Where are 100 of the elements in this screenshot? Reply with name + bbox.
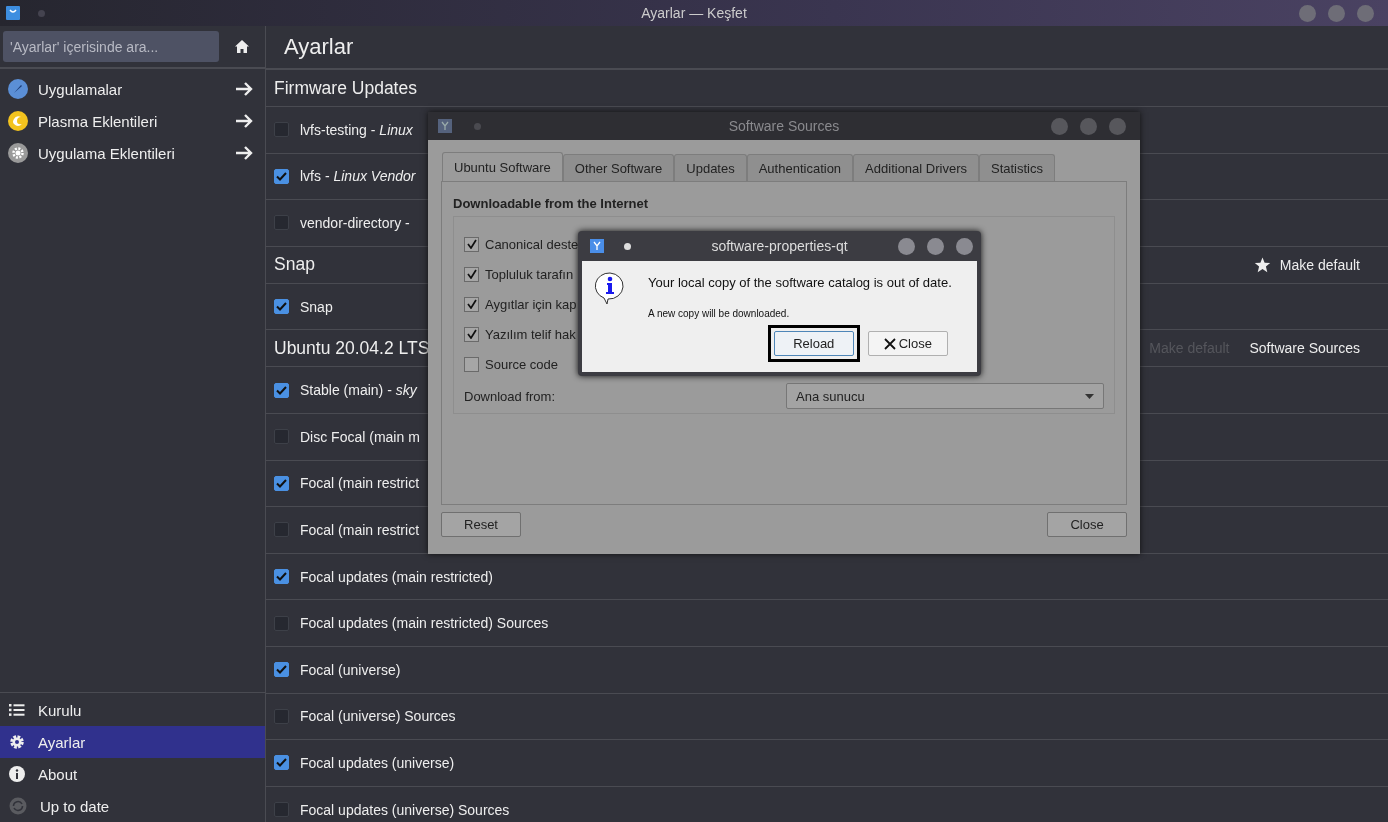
compass-icon [8, 79, 28, 99]
section-title: Snap [274, 254, 315, 276]
close-button[interactable] [1109, 117, 1126, 135]
checkbox[interactable] [274, 122, 289, 138]
checkbox[interactable] [274, 382, 289, 398]
option-label: Canonical deste [485, 236, 579, 252]
source-label: Focal (universe) Sources [300, 708, 456, 725]
checkbox[interactable] [274, 615, 289, 631]
tab[interactable]: Additional Drivers [853, 154, 979, 181]
tab[interactable]: Other Software [562, 154, 675, 181]
download-label: Download from: [464, 388, 557, 404]
window-title: Ayarlar — Keşfet [641, 5, 747, 21]
tab[interactable]: Ubuntu Software [442, 152, 563, 181]
source-label: Focal updates (main restricted) [300, 568, 493, 585]
checkbox[interactable] [274, 569, 289, 585]
bag-icon [6, 6, 20, 20]
source-label: Focal updates (universe) Sources [300, 801, 510, 818]
arrow-icon [235, 81, 253, 97]
source-label: Disc Focal (main m [300, 428, 420, 445]
minimize-button[interactable] [1051, 117, 1068, 135]
tab[interactable]: Authentication [746, 154, 854, 181]
nav-item[interactable]: Up to date [0, 790, 265, 822]
settings-icon [9, 734, 25, 750]
reload-button[interactable]: Reload [773, 331, 854, 356]
source-label: lvfs - Linux Vendor [300, 168, 416, 185]
minimize-button[interactable] [898, 237, 915, 255]
server-dropdown[interactable]: Ana sunucu [786, 383, 1104, 409]
dialog-button[interactable]: Close [1047, 512, 1127, 537]
nav-item[interactable]: Kurulu [0, 694, 265, 726]
source-label: vendor-directory - [300, 215, 410, 231]
source-label: lvfs-testing - Linux [300, 121, 413, 138]
option-label: Topluluk tarafın [485, 266, 574, 282]
action-button[interactable]: Software Sources [1249, 340, 1360, 357]
checkbox[interactable] [274, 475, 289, 491]
source-label: Stable (main) - sky [300, 382, 417, 399]
category-label: Uygulamalar [38, 80, 123, 98]
gear-icon [8, 143, 28, 163]
dialog-title: software-properties-qt [711, 238, 848, 254]
app-icon [590, 239, 604, 253]
option-label: Aygıtlar için kap [485, 296, 577, 312]
source-label: Focal (main restrict [300, 521, 420, 538]
message-detail: A new copy will be downloaded. [648, 308, 791, 319]
close-icon [883, 337, 896, 350]
group-title: Downloadable from the Internet [453, 196, 649, 211]
checkbox[interactable] [274, 429, 289, 445]
minimize-button[interactable] [1299, 4, 1316, 22]
checkbox[interactable] [464, 296, 479, 312]
source-label: Focal (main restrict [300, 475, 420, 492]
category-item[interactable]: Uygulama Eklentileri [0, 137, 265, 169]
checkbox[interactable] [274, 168, 289, 184]
checkbox[interactable] [464, 266, 479, 282]
dropdown-arrow-icon [1085, 393, 1094, 399]
close-button[interactable] [1357, 4, 1374, 22]
category-label: Plasma Eklentileri [38, 112, 158, 130]
nav-item[interactable]: About [0, 758, 265, 790]
checkbox[interactable] [274, 299, 289, 315]
checkbox[interactable] [274, 522, 289, 538]
checkbox[interactable] [464, 236, 479, 252]
checkbox[interactable] [274, 708, 289, 724]
tab[interactable]: Statistics [979, 154, 1055, 181]
checkbox[interactable] [464, 326, 479, 342]
maximize-button[interactable] [1328, 4, 1345, 22]
dialog-button[interactable]: Reset [441, 512, 521, 537]
info-icon [9, 766, 25, 782]
section-title: Firmware Updates [274, 77, 417, 99]
source-label: Focal (universe) [300, 661, 401, 678]
category-label: Uygulama Eklentileri [38, 144, 175, 162]
pin-icon[interactable] [624, 242, 631, 250]
checkbox[interactable] [274, 215, 289, 231]
maximize-button[interactable] [927, 237, 944, 255]
source-label: Focal updates (main restricted) Sources [300, 615, 549, 632]
tab[interactable]: Updates [674, 154, 747, 181]
plasma-icon [8, 111, 28, 131]
dialog-title: Software Sources [728, 118, 840, 134]
star-icon [1253, 256, 1271, 273]
close-button[interactable]: Close [867, 331, 948, 356]
make-default-button[interactable]: Make default [1253, 256, 1360, 273]
refresh-icon [9, 797, 27, 815]
checkbox[interactable] [464, 356, 479, 372]
arrow-icon [235, 145, 253, 161]
arrow-icon [235, 113, 253, 129]
close-button[interactable] [956, 237, 973, 255]
app-icon [438, 119, 452, 133]
list-icon [9, 703, 25, 717]
message-text: Your local copy of the software catalog is out of date. [648, 275, 952, 290]
checkbox[interactable] [274, 662, 289, 678]
page-title: Ayarlar [284, 34, 354, 60]
search-field[interactable]: 'Ayarlar' içerisinde ara... [3, 31, 219, 62]
nav-item[interactable]: Ayarlar [0, 726, 265, 758]
checkbox[interactable] [274, 802, 289, 817]
source-label: Focal updates (universe) [300, 754, 455, 771]
maximize-button[interactable] [1080, 117, 1097, 135]
section-title: Ubuntu 20.04.2 LTS [274, 337, 430, 359]
category-item[interactable]: Uygulamalar [0, 73, 265, 105]
category-item[interactable]: Plasma Eklentileri [0, 105, 265, 137]
option-label: Source code [485, 356, 558, 372]
source-label: Snap [300, 298, 333, 315]
option-label: Yazılım telif hak [485, 326, 576, 342]
checkbox[interactable] [274, 755, 289, 771]
home-icon[interactable] [234, 39, 250, 54]
